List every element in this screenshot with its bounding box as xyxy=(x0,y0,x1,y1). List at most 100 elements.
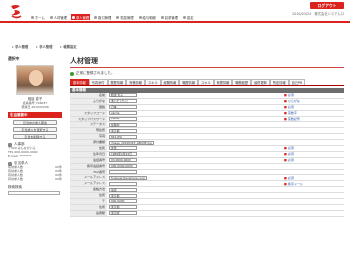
field-input[interactable]: 03-0000-0000 xyxy=(109,158,137,163)
tab[interactable]: 自己PR xyxy=(288,79,306,85)
success-notice: 正常に登録されました。 xyxy=(70,71,344,76)
tab[interactable]: 経験情報 xyxy=(160,79,180,85)
list-item[interactable]: 有効求人数 00件 xyxy=(8,177,62,182)
field-note: ■ 必須 xyxy=(284,105,294,110)
menu-bullet-icon xyxy=(31,15,34,19)
breadcrumb-item[interactable]: 求人管理 xyxy=(36,44,52,49)
field-input[interactable]: 在籍中 xyxy=(109,122,137,127)
tab[interactable]: 最終更新 xyxy=(251,79,270,85)
tab[interactable]: スキル xyxy=(145,79,161,85)
field-value: 000-0000 xyxy=(107,199,284,204)
required-marker-icon: ■ xyxy=(284,117,287,121)
tab[interactable]: 資格情報 xyxy=(126,79,145,85)
required-marker-icon: ■ xyxy=(284,181,287,186)
field-label: 住所 xyxy=(70,193,107,199)
sidebar-title: 選択中 xyxy=(8,56,20,61)
field-label: 〒 xyxy=(70,199,107,204)
tab[interactable]: 職歴情報 xyxy=(179,79,199,85)
tab[interactable]: 基本情報 xyxy=(70,79,89,85)
field-label: 性別 xyxy=(70,146,107,151)
field-input[interactable]: 東京都 xyxy=(109,205,137,210)
main-menu: ホーム 人材管理 求人管理 取引管理 勤怠管理 給与明細 請求管理 設定 xyxy=(30,14,195,20)
field-label: メールアドレス xyxy=(70,175,107,181)
tab[interactable]: 職務経歴 xyxy=(232,79,252,85)
logout-button[interactable]: ログアウト xyxy=(310,2,344,9)
search-input[interactable] xyxy=(8,190,60,195)
field-note: ■ 必須 xyxy=(284,93,294,98)
field-note: ■ 英数記号 xyxy=(284,117,300,121)
field-input[interactable] xyxy=(109,170,137,175)
main-content: 人材管理 正常に登録されました。 基本情報 写真添付 履歴情報 資格情報 スキル 経験情報… xyxy=(70,56,344,217)
field-input[interactable]: 東京都 xyxy=(109,193,137,198)
field-value: 女性 xyxy=(107,146,284,151)
field-note xyxy=(284,170,344,175)
menu-item[interactable]: 請求管理 xyxy=(160,14,179,20)
field-value: ****** xyxy=(107,117,284,122)
menu-item[interactable]: 人材管理 xyxy=(49,14,68,20)
tab[interactable]: 写真添付 xyxy=(88,79,108,85)
menu-item[interactable]: 求人管理 xyxy=(70,14,91,20)
field-value: 03-0000-0000 xyxy=(107,158,284,163)
staff-photo xyxy=(16,65,54,95)
field-input[interactable] xyxy=(109,181,137,186)
field-input[interactable]: 1980年4月24日 xyxy=(109,152,137,157)
header-divider xyxy=(0,21,350,23)
field-value xyxy=(107,170,284,175)
field-input[interactable]: 相談 恵子 xyxy=(109,93,137,98)
breadcrumb-item[interactable]: 帳票設定 xyxy=(60,44,77,49)
field-input[interactable]: 電話 xyxy=(109,187,137,192)
required-marker-icon: ■ xyxy=(284,93,287,98)
field-input[interactable]: あいだ けいこ xyxy=(109,99,137,104)
menu-item[interactable]: 勤怠管理 xyxy=(115,14,134,20)
field-value: foreuser@example.co.jp xyxy=(107,175,284,180)
required-marker-icon: ■ xyxy=(284,152,287,157)
staff-form: 名前 相談 恵子 ■ 必須 ふりがな あいだ けいこ ■ ひらがな 国籍 日本 ■ 必須 スタッフコード… xyxy=(70,93,344,217)
field-value: 841.JPG xyxy=(107,134,284,139)
field-label: スタッフコード xyxy=(70,110,107,116)
page-title: 人材管理 xyxy=(70,56,344,68)
menu-bullet-icon xyxy=(182,15,186,19)
field-value: image_20100323_ABCDE.jpg xyxy=(107,140,284,145)
sidebar-button[interactable]: 引当求人を選択する xyxy=(13,127,57,132)
field-input[interactable]: 000-0000 xyxy=(109,199,137,204)
form-row: 最寄駅 東京駅 xyxy=(70,210,344,217)
field-input[interactable]: image_20100323_ABCDE.jpg xyxy=(109,140,154,145)
breadcrumb: 求人管理 求人管理 帳票設定 xyxy=(12,44,77,49)
field-label: 生年月日 xyxy=(70,151,107,157)
field-input[interactable]: 841.JPG xyxy=(109,134,137,139)
tab[interactable]: スキル xyxy=(198,79,214,85)
sidebar-button[interactable]: 引当を削除する xyxy=(13,134,57,139)
sidebar-button[interactable]: 引当中の求人照会 xyxy=(13,120,57,125)
check-icon xyxy=(70,71,74,76)
field-input[interactable]: 日本 xyxy=(109,105,137,110)
menu-item[interactable]: ホーム xyxy=(30,14,46,20)
tab[interactable]: 履歴情報 xyxy=(107,79,127,85)
field-label: 添付書類 xyxy=(70,140,107,146)
field-input[interactable]: ****** xyxy=(109,117,137,121)
field-value: 電話 xyxy=(107,187,284,192)
field-input[interactable]: 女性 xyxy=(109,146,137,151)
field-input[interactable]: 東京駅 xyxy=(109,211,137,216)
field-input[interactable]: abcde xyxy=(109,111,137,116)
field-label: 電話番号 xyxy=(70,157,107,163)
tab[interactable]: 所定情報 xyxy=(269,79,289,85)
field-input[interactable]: 東京都 xyxy=(109,128,137,133)
field-note: ■ 携帯メール xyxy=(284,181,303,186)
field-note xyxy=(284,122,344,127)
field-input[interactable]: 090-0000-0000 xyxy=(109,164,137,169)
menu-item[interactable]: 給与明細 xyxy=(138,14,157,20)
menu-bullet-icon xyxy=(116,15,120,19)
field-value: 東京都 xyxy=(107,205,284,210)
field-note: ■ 必須 xyxy=(284,158,294,163)
tab-bar: 基本情報 写真添付 履歴情報 資格情報 スキル 経験情報 職歴情報 スキル 就業情報 職務経歴 最終… xyxy=(70,79,344,86)
tab[interactable]: 就業情報 xyxy=(213,79,233,85)
field-note: ■ ひらがな xyxy=(284,99,300,104)
field-value: 090-0000-0000 xyxy=(107,164,284,169)
menu-item[interactable]: 取引管理 xyxy=(93,14,112,20)
menu-item[interactable]: 設定 xyxy=(182,14,195,20)
field-note xyxy=(284,205,344,210)
field-label: 現住所 xyxy=(70,128,107,134)
field-note xyxy=(284,134,344,139)
breadcrumb-item[interactable]: 求人管理 xyxy=(12,44,28,49)
field-input[interactable]: foreuser@example.co.jp xyxy=(109,175,147,180)
